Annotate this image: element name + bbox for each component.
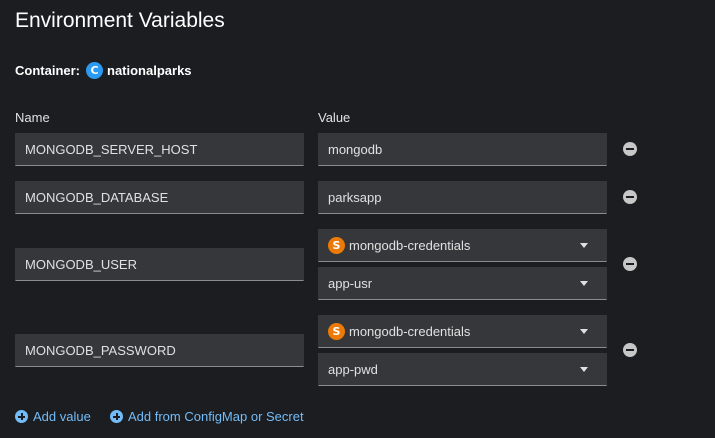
resource-select[interactable]: S mongodb-credentials (318, 229, 607, 262)
container-label: Container: (15, 63, 80, 78)
add-value-button[interactable]: Add value (15, 409, 91, 424)
remove-row-icon[interactable] (623, 257, 637, 271)
caret-down-icon (580, 281, 588, 286)
env-value-input[interactable]: mongodb (318, 133, 607, 166)
remove-row-icon[interactable] (623, 343, 637, 357)
secret-badge-icon: S (328, 323, 345, 340)
key-select-label: app-pwd (328, 362, 378, 377)
value-column-header: Value (318, 110, 351, 125)
caret-down-icon (580, 367, 588, 372)
remove-row-icon[interactable] (623, 190, 637, 204)
container-name: nationalparks (107, 63, 192, 78)
page-title: Environment Variables (15, 9, 225, 32)
name-column-header: Name (15, 110, 50, 125)
env-name-input[interactable]: MONGODB_PASSWORD (15, 334, 304, 367)
add-from-configmap-label: Add from ConfigMap or Secret (128, 409, 304, 424)
add-value-label: Add value (33, 409, 91, 424)
secret-badge-icon: S (328, 237, 345, 254)
caret-down-icon (580, 243, 588, 248)
env-name-input[interactable]: MONGODB_SERVER_HOST (15, 133, 304, 166)
key-select[interactable]: app-pwd (318, 353, 607, 386)
resource-select[interactable]: S mongodb-credentials (318, 315, 607, 348)
env-name-input[interactable]: MONGODB_USER (15, 248, 304, 281)
remove-row-icon[interactable] (623, 142, 637, 156)
env-value-input[interactable]: parksapp (318, 181, 607, 214)
container-info: Container: C nationalparks (15, 62, 192, 79)
plus-circle-icon (15, 410, 28, 423)
caret-down-icon (580, 329, 588, 334)
env-name-input[interactable]: MONGODB_DATABASE (15, 181, 304, 214)
add-from-configmap-button[interactable]: Add from ConfigMap or Secret (110, 409, 304, 424)
key-select-label: app-usr (328, 276, 373, 291)
key-select[interactable]: app-usr (318, 267, 607, 300)
container-badge-icon: C (86, 62, 103, 79)
resource-select-label: mongodb-credentials (349, 324, 471, 339)
plus-circle-icon (110, 410, 123, 423)
resource-select-label: mongodb-credentials (349, 238, 471, 253)
